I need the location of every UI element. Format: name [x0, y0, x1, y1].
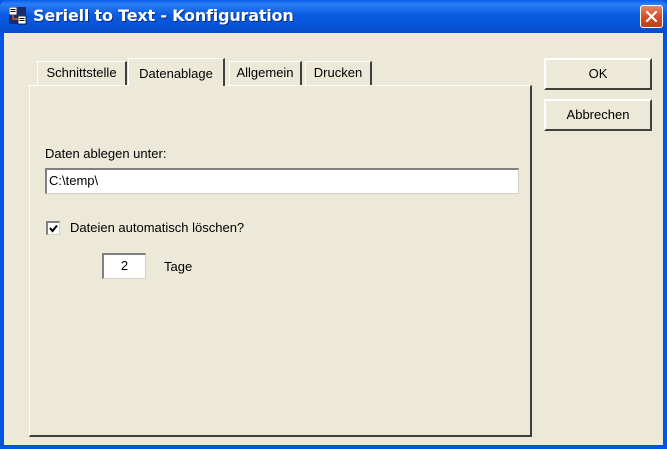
path-input[interactable]: C:\temp\	[45, 168, 519, 194]
auto-delete-checkbox[interactable]	[46, 221, 60, 235]
tab-allgemein[interactable]: Allgemein	[229, 61, 302, 85]
cancel-button[interactable]: Abbrechen	[544, 99, 652, 131]
title-bar[interactable]: Seriell to Text - Konfiguration	[0, 0, 667, 33]
close-button[interactable]	[640, 5, 663, 28]
days-input[interactable]: 2	[102, 253, 146, 279]
checkmark-icon	[49, 224, 58, 233]
days-unit-label: Tage	[164, 259, 193, 274]
tab-datenablage[interactable]: Datenablage	[128, 58, 225, 86]
window-frame-right	[663, 33, 667, 449]
close-icon	[645, 10, 658, 23]
path-label: Daten ablegen unter:	[45, 146, 167, 161]
tab-drucken[interactable]: Drucken	[305, 61, 372, 85]
auto-delete-label[interactable]: Dateien automatisch löschen?	[70, 220, 244, 235]
ok-button[interactable]: OK	[544, 58, 652, 90]
window-title: Seriell to Text - Konfiguration	[33, 6, 294, 25]
app-icon[interactable]	[8, 6, 27, 25]
tab-schnittstelle[interactable]: Schnittstelle	[37, 61, 127, 85]
